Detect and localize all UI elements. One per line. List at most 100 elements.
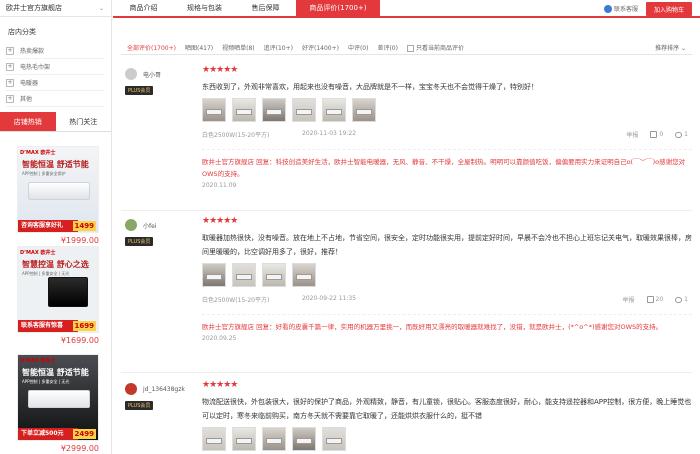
divider: [121, 54, 692, 55]
filter-neutral[interactable]: 中评(0): [348, 43, 369, 52]
main-panel: 商品介绍 规格与包装 售后保障 商品评价(1700+) 联系客服 加入购物车 全…: [113, 0, 700, 454]
tab-after-sales[interactable]: 售后保障: [235, 0, 296, 16]
review-date: 2020-09-22 11:35: [302, 295, 357, 302]
like-button[interactable]: 0: [650, 131, 663, 138]
reviewer: 电小哥 PLUS会员: [125, 68, 185, 95]
review-photo[interactable]: [262, 427, 286, 451]
comment-button[interactable]: 1: [675, 131, 688, 138]
product-card[interactable]: D’MAX 欧井士 智能恒温 舒适节能 APP控制 | 多重安全 | 无光 下单…: [17, 354, 99, 453]
shop-header[interactable]: 欧井士官方旗舰店 ⌄: [0, 0, 111, 17]
filter-negative[interactable]: 差评(0): [377, 43, 398, 52]
tab-hot-sales[interactable]: 店铺热销: [0, 112, 56, 131]
review-photos: [202, 427, 692, 451]
review-photo[interactable]: [202, 427, 226, 451]
review-photo[interactable]: [232, 427, 256, 451]
heater-picture: [48, 277, 88, 307]
rating-stars: ★★★★★: [202, 380, 238, 390]
review-meta: 白色2500W(15-20平方) 2020-11-03 19:22 举报 0 1: [202, 130, 692, 139]
product-card[interactable]: D’MAX 欧井士 智能恒温 舒适节能 APP控制 | 多重安全保护 咨询客服享…: [17, 146, 99, 245]
filter-photos[interactable]: 晒图(417): [185, 43, 213, 52]
review-text: 物流配送很快，外包装很大，很好的保护了商品，外观精致，静音，有儿童锁，很贴心。客…: [202, 398, 692, 420]
category-item[interactable]: + 热卖爆款: [6, 43, 105, 59]
product-spec: 白色2500W(15-20平方): [202, 297, 270, 304]
plus-box-icon[interactable]: +: [6, 46, 14, 55]
contact-service-link[interactable]: 联系客服: [603, 4, 638, 13]
rating-stars: ★★★★★: [202, 65, 238, 75]
category-list: + 热卖爆款 + 电热毛巾架 + 电暖器 + 其他: [6, 43, 105, 107]
reviewer: 小fei PLUS会员: [125, 219, 185, 246]
filter-all[interactable]: 全部评价(1700+): [127, 43, 176, 52]
category-item[interactable]: + 电热毛巾架: [6, 59, 105, 75]
chat-icon: [603, 4, 612, 13]
only-current-checkbox[interactable]: 只看当前商品评价: [406, 43, 464, 52]
sort-dropdown[interactable]: 推荐排序 ⌄: [655, 43, 686, 52]
heater-picture: [28, 182, 90, 200]
category-item[interactable]: + 电暖器: [6, 75, 105, 91]
review-photo[interactable]: [292, 98, 316, 122]
review-date: 2020-11-03 19:22: [302, 130, 357, 137]
filter-followup[interactable]: 追评(10+): [264, 43, 293, 52]
avatar: [125, 219, 137, 231]
review-photo[interactable]: [232, 98, 256, 122]
reviewer-name: 电小哥: [143, 71, 162, 79]
review-photo[interactable]: [262, 98, 286, 122]
plus-box-icon[interactable]: +: [6, 78, 14, 87]
tab-specs[interactable]: 规格与包装: [174, 0, 235, 16]
review-photo[interactable]: [202, 263, 226, 287]
chevron-down-icon[interactable]: ⌄: [99, 5, 104, 12]
review-photo[interactable]: [322, 98, 346, 122]
divider: [121, 210, 692, 211]
product-image[interactable]: D’MAX 欧井士 智慧控温 舒心之选 APP控制 | 多重安全 | 无光 联系…: [17, 246, 99, 333]
category-item[interactable]: + 其他: [6, 91, 105, 107]
review-photos: [202, 263, 692, 287]
tab-popular[interactable]: 热门关注: [56, 112, 112, 131]
product-price: ¥2999.00: [60, 444, 99, 453]
filter-positive[interactable]: 好评(1400+): [302, 43, 339, 52]
review-photo[interactable]: [292, 263, 316, 287]
review-photo[interactable]: [352, 98, 376, 122]
report-link[interactable]: 举报: [623, 295, 635, 304]
thumbs-up-icon: [650, 131, 658, 138]
comment-button[interactable]: 1: [675, 296, 688, 303]
review-text: 东西收到了，外观非常喜欢，用起来也没有噪音，大品牌就是不一样，宝宝冬天也不会觉得…: [202, 83, 538, 91]
report-link[interactable]: 举报: [626, 130, 638, 139]
review-photo[interactable]: [262, 263, 286, 287]
product-price: ¥1699.00: [60, 336, 99, 345]
seller-reply: 欧井士官方旗舰店 回复：好看的皮囊千篇一律，实用的机器万里挑一，而既好用又漂亮的…: [202, 314, 692, 333]
divider: [121, 372, 692, 373]
review-photo[interactable]: [292, 427, 316, 451]
filter-videos[interactable]: 视频晒单(8): [222, 43, 255, 52]
plus-badge: PLUS会员: [125, 401, 154, 410]
reply-date: 2020.11.09: [202, 182, 237, 189]
plus-box-icon[interactable]: +: [6, 94, 14, 103]
sidebar-tabs: 店铺热销 热门关注: [0, 112, 111, 132]
plus-box-icon[interactable]: +: [6, 62, 14, 71]
comment-icon: [675, 296, 683, 303]
review-photo[interactable]: [202, 98, 226, 122]
shop-sidebar: 欧井士官方旗舰店 ⌄ 店内分类 + 热卖爆款 + 电热毛巾架 + 电暖器 + 其他 店铺…: [0, 0, 112, 454]
category-title: 店内分类: [8, 28, 36, 36]
product-spec: 白色2500W(15-20平方): [202, 132, 270, 139]
review-photo[interactable]: [322, 427, 346, 451]
product-image[interactable]: D’MAX 欧井士 智能恒温 舒适节能 APP控制 | 多重安全保护 咨询客服享…: [17, 146, 99, 233]
seller-reply: 欧井士官方旗舰店 回复：科技创造美好生活，欧井士智能电暖器，无风、静音、不干燥，…: [202, 149, 692, 180]
product-card[interactable]: D’MAX 欧井士 智慧控温 舒心之选 APP控制 | 多重安全 | 无光 联系…: [17, 246, 99, 345]
review-filters: 全部评价(1700+) 晒图(417) 视频晒单(8) 追评(10+) 好评(1…: [127, 40, 686, 54]
tab-intro[interactable]: 商品介绍: [113, 0, 174, 16]
heater-picture: [28, 390, 90, 408]
reply-date: 2020.09.25: [202, 335, 237, 342]
plus-badge: PLUS会员: [125, 86, 154, 95]
review-photo[interactable]: [232, 263, 256, 287]
shop-name[interactable]: 欧井士官方旗舰店: [6, 3, 62, 13]
rating-stars: ★★★★★: [202, 216, 238, 226]
review-meta: 白色2500W(15-20平方) 2020-09-22 11:35 举报 20 …: [202, 295, 692, 304]
tab-reviews[interactable]: 商品评价(1700+): [296, 0, 380, 16]
like-button[interactable]: 20: [646, 296, 663, 303]
comment-icon: [675, 131, 683, 138]
checkbox-icon[interactable]: [406, 44, 414, 52]
product-image[interactable]: D’MAX 欧井士 智能恒温 舒适节能 APP控制 | 多重安全 | 无光 下单…: [17, 354, 99, 441]
product-price: ¥1999.00: [60, 236, 99, 245]
review-photos: [202, 98, 692, 122]
plus-badge: PLUS会员: [125, 237, 154, 246]
add-to-cart-button[interactable]: 加入购物车: [646, 2, 692, 16]
